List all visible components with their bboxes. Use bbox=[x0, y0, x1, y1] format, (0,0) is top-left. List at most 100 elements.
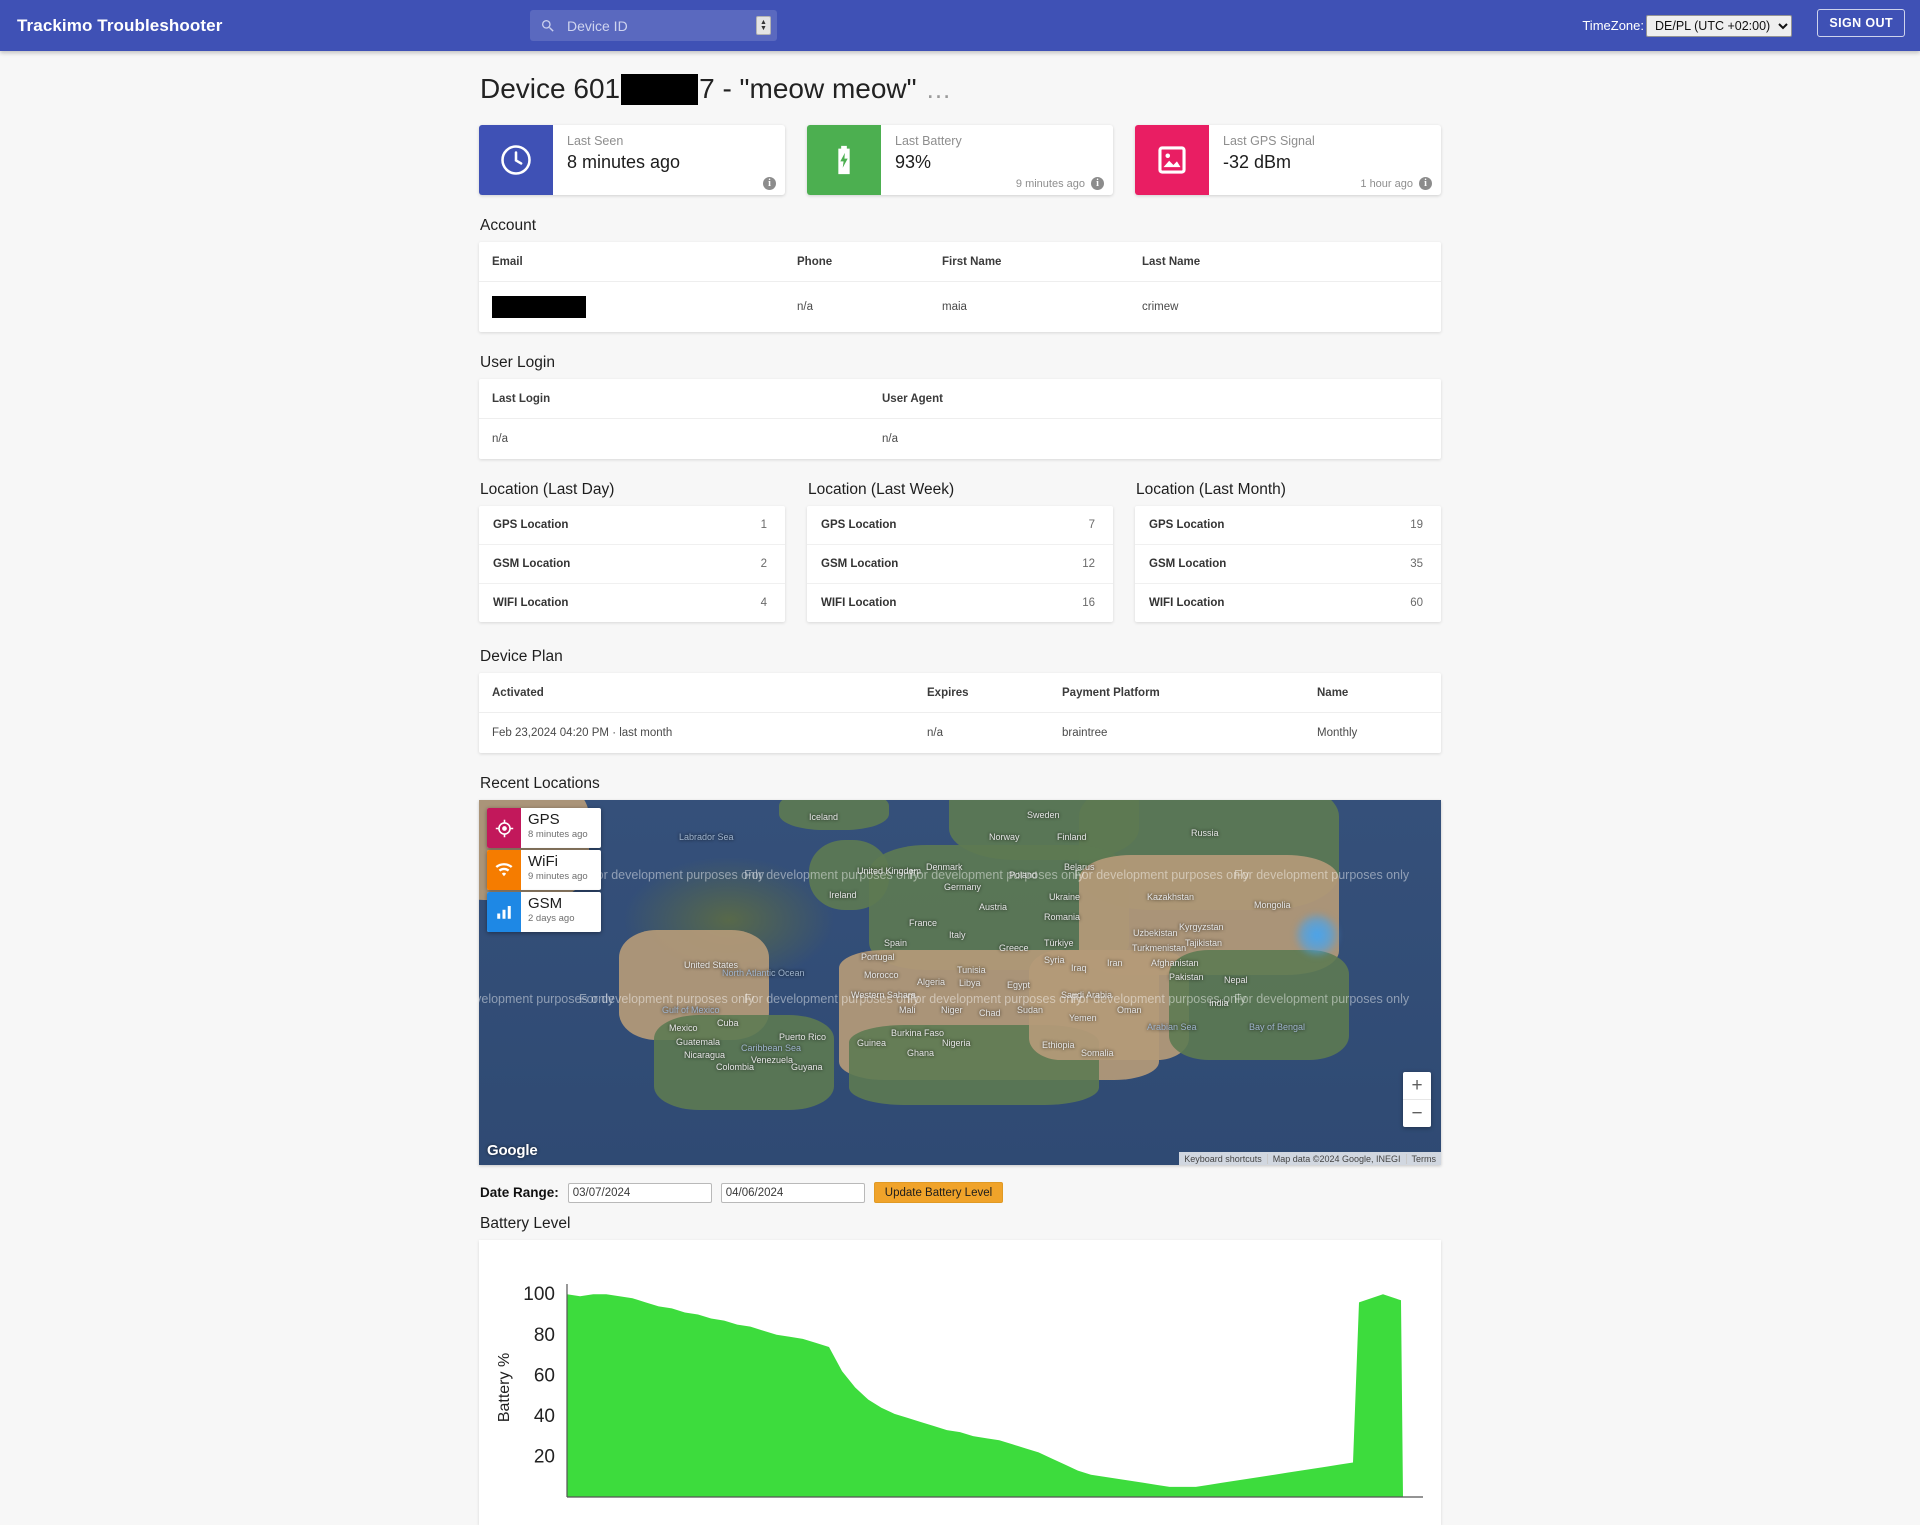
search-input[interactable] bbox=[565, 16, 756, 35]
landmass-south-asia bbox=[1169, 950, 1349, 1060]
cell-plan-name: Monthly bbox=[1317, 727, 1358, 739]
date-range-controls: Date Range: Update Battery Level bbox=[480, 1182, 1441, 1203]
timezone-select[interactable]: DE/PL (UTC +02:00) bbox=[1646, 14, 1792, 37]
cell-activated: Feb 23,2024 04:20 PM · last month bbox=[492, 727, 673, 739]
table-row: GPS Location 7 bbox=[807, 506, 1113, 545]
card-last-gps-signal: Last GPS Signal -32 dBm 1 hour ago i bbox=[1135, 125, 1441, 195]
search-stepper[interactable]: ▲ ▼ bbox=[756, 16, 771, 35]
recent-locations-map[interactable]: Iceland Sweden Norway Finland Russia Labrador… bbox=[479, 800, 1441, 1165]
legend-name: GSM bbox=[528, 895, 563, 912]
table-row: GSM Location 12 bbox=[807, 545, 1113, 584]
card-label: Last Seen bbox=[567, 134, 624, 148]
card-foot-text: 1 hour ago bbox=[1360, 177, 1413, 190]
user-login-section-title: User Login bbox=[480, 354, 555, 371]
user-login-panel: Last Login User Agent n/a n/a bbox=[479, 379, 1441, 459]
info-icon[interactable]: i bbox=[1091, 177, 1104, 190]
gps-target-icon bbox=[487, 808, 521, 848]
info-icon[interactable]: i bbox=[763, 177, 776, 190]
chart-y-tick-label: 20 bbox=[534, 1446, 555, 1467]
page-title-suffix: 7 - "meow meow" bbox=[699, 73, 917, 104]
col-phone: Phone bbox=[784, 242, 929, 282]
device-plan-section-title: Device Plan bbox=[480, 648, 563, 665]
legend-time: 9 minutes ago bbox=[528, 871, 588, 882]
device-location-marker[interactable] bbox=[1294, 912, 1340, 958]
legend-time: 8 minutes ago bbox=[528, 829, 588, 840]
sign-out-button[interactable]: SIGN OUT bbox=[1817, 9, 1905, 37]
location-table: GPS Location 19 GSM Location 35 WIFI Loc… bbox=[1135, 506, 1441, 622]
col-last-name: Last Name bbox=[1129, 242, 1441, 282]
signal-bars-icon bbox=[487, 892, 521, 932]
row-count: 16 bbox=[1082, 597, 1095, 609]
table-header-row: Last Login User Agent bbox=[479, 379, 1441, 419]
row-count: 60 bbox=[1410, 597, 1423, 609]
card-last-battery: Last Battery 93% 9 minutes ago i bbox=[807, 125, 1113, 195]
legend-text: GSM 2 days ago bbox=[521, 892, 574, 932]
table-header-row: Email Phone First Name Last Name bbox=[479, 242, 1441, 282]
cell-phone: n/a bbox=[797, 301, 813, 313]
row-label: GSM Location bbox=[493, 558, 571, 570]
search-icon bbox=[540, 18, 556, 34]
terms-link[interactable]: Terms bbox=[1405, 1153, 1442, 1164]
chart-y-tick-label: 60 bbox=[534, 1365, 555, 1386]
info-icon[interactable]: i bbox=[1419, 177, 1432, 190]
card-value: 8 minutes ago bbox=[567, 152, 681, 172]
row-label: GPS Location bbox=[821, 519, 897, 531]
cell-last-login: n/a bbox=[492, 433, 508, 445]
section-title: Location (Last Day) bbox=[480, 481, 615, 498]
account-section-title: Account bbox=[480, 217, 537, 234]
row-label: WIFI Location bbox=[1149, 597, 1225, 609]
top-app-bar: Trackimo Troubleshooter ▲ ▼ TimeZone: DE… bbox=[0, 0, 1920, 51]
stepper-down-icon: ▼ bbox=[760, 24, 767, 32]
cell-expires: n/a bbox=[927, 727, 943, 739]
location-table: GPS Location 7 GSM Location 12 WIFI Loca… bbox=[807, 506, 1113, 622]
google-logo: Google bbox=[487, 1142, 538, 1159]
card-footer: i bbox=[757, 177, 776, 190]
card-label: Last GPS Signal bbox=[1223, 134, 1315, 148]
timezone-label: TimeZone: bbox=[1582, 18, 1644, 33]
device-plan-panel: Activated Expires Payment Platform Name … bbox=[479, 673, 1441, 753]
col-payment-platform: Payment Platform bbox=[1049, 673, 1304, 713]
panel: GPS Location 7 GSM Location 12 WIFI Loca… bbox=[807, 506, 1113, 622]
row-count: 2 bbox=[760, 558, 767, 570]
redacted-device-id bbox=[621, 73, 699, 105]
legend-item-gps[interactable]: GPS 8 minutes ago bbox=[487, 808, 601, 848]
battery-level-chart: 20 40 60 80 100 Battery % bbox=[479, 1240, 1441, 1525]
zoom-in-button[interactable]: + bbox=[1403, 1072, 1431, 1099]
map-zoom-controls: + − bbox=[1403, 1072, 1431, 1127]
card-footer: 1 hour ago i bbox=[1360, 177, 1432, 190]
clock-icon bbox=[479, 125, 553, 195]
legend-text: WiFi 9 minutes ago bbox=[521, 850, 588, 890]
battery-chart-svg: 20 40 60 80 100 Battery % bbox=[496, 1284, 1423, 1498]
location-last-week: Location (Last Week) GPS Location 7 GSM … bbox=[807, 481, 1113, 644]
device-search-box[interactable]: ▲ ▼ bbox=[530, 10, 777, 41]
landmass-central-america bbox=[654, 1015, 834, 1110]
row-label: GPS Location bbox=[493, 519, 569, 531]
keyboard-shortcuts-link[interactable]: Keyboard shortcuts bbox=[1179, 1154, 1267, 1164]
col-name: Name bbox=[1304, 673, 1441, 713]
card-body: Last Battery 93% 9 minutes ago i bbox=[881, 125, 1113, 195]
update-battery-level-button[interactable]: Update Battery Level bbox=[873, 1182, 1004, 1203]
panel: GPS Location 19 GSM Location 35 WIFI Loc… bbox=[1135, 506, 1441, 622]
legend-time: 2 days ago bbox=[528, 913, 575, 924]
legend-item-gsm[interactable]: GSM 2 days ago bbox=[487, 892, 601, 932]
date-range-label: Date Range: bbox=[480, 1185, 559, 1200]
device-menu-button[interactable]: ... bbox=[927, 76, 952, 102]
timezone-control: TimeZone: DE/PL (UTC +02:00) bbox=[1582, 0, 1792, 51]
zoom-out-button[interactable]: − bbox=[1403, 1100, 1431, 1127]
card-body: Last GPS Signal -32 dBm 1 hour ago i bbox=[1209, 125, 1441, 195]
date-range-end-input[interactable] bbox=[720, 1182, 865, 1203]
card-label: Last Battery bbox=[895, 134, 962, 148]
table-row: WIFI Location 4 bbox=[479, 584, 785, 623]
table-row: n/a n/a bbox=[479, 419, 1441, 460]
location-last-day: Location (Last Day) GPS Location 1 GSM L… bbox=[479, 481, 785, 644]
row-label: GPS Location bbox=[1149, 519, 1225, 531]
chart-area-series bbox=[567, 1294, 1403, 1497]
wifi-icon bbox=[487, 850, 521, 890]
row-count: 4 bbox=[760, 597, 767, 609]
date-range-start-input[interactable] bbox=[567, 1182, 712, 1203]
legend-item-wifi[interactable]: WiFi 9 minutes ago bbox=[487, 850, 601, 890]
row-label: GSM Location bbox=[821, 558, 899, 570]
battery-icon bbox=[807, 125, 881, 195]
chart-y-tick-label: 80 bbox=[534, 1325, 555, 1346]
page-title: Device 601 7 - "meow meow" ... bbox=[479, 73, 1441, 105]
